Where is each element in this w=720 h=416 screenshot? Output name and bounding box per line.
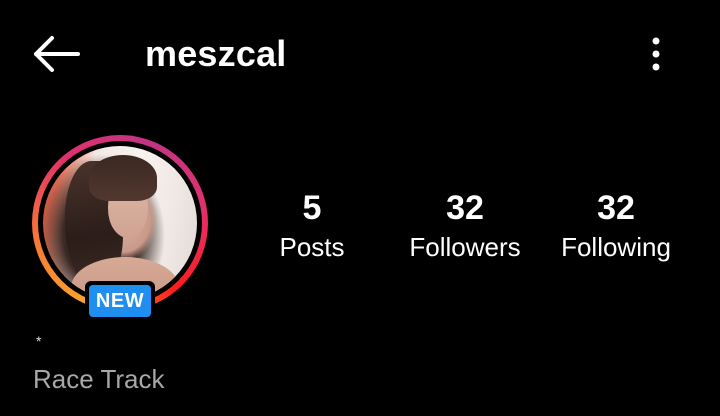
more-vertical-icon	[652, 37, 660, 71]
profile-category: Race Track	[33, 364, 165, 394]
posts-label: Posts	[279, 232, 345, 262]
following-label: Following	[561, 232, 671, 262]
new-story-badge: NEW	[85, 281, 155, 321]
back-button[interactable]	[28, 32, 84, 76]
following-stat[interactable]: 32 Following	[536, 188, 696, 264]
profile-page: meszcal NEW 5 Posts 32 Followers 32 Foll…	[0, 0, 720, 416]
bio-text: *	[36, 333, 42, 349]
posts-count: 5	[302, 189, 322, 227]
profile-username: meszcal	[145, 33, 287, 74]
new-badge-label: NEW	[89, 285, 151, 317]
arrow-left-icon	[34, 36, 80, 72]
posts-stat[interactable]: 5 Posts	[232, 188, 392, 264]
followers-count: 32	[446, 189, 484, 227]
followers-label: Followers	[409, 232, 521, 262]
following-count: 32	[597, 189, 635, 227]
more-options-button[interactable]	[640, 32, 672, 76]
followers-stat[interactable]: 32 Followers	[385, 188, 545, 264]
avatar-photo	[43, 146, 197, 300]
